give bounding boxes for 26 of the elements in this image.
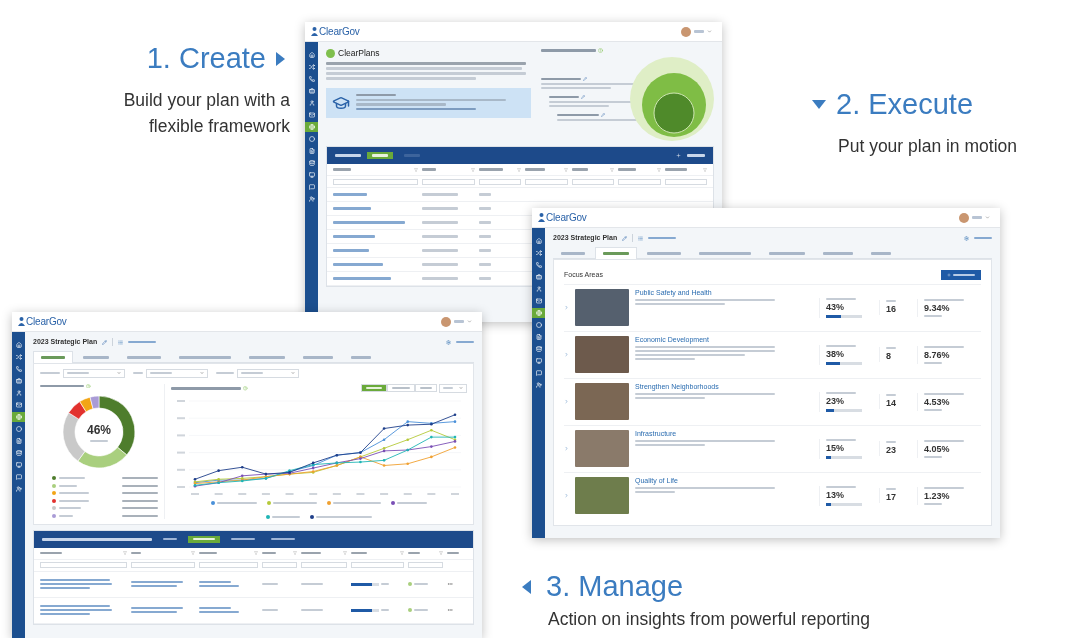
step-title: 3. Manage	[546, 570, 684, 603]
goals-count: 16	[886, 304, 897, 316]
goals-count: 8	[886, 351, 892, 363]
budget-value: 9.34%	[924, 302, 951, 314]
progress-value: 23%	[826, 396, 845, 408]
budget-value: 4.53%	[924, 396, 951, 408]
app-title: ClearPlans	[338, 48, 380, 59]
budget-value: 1.23%	[924, 490, 951, 502]
progress-value: 13%	[826, 490, 845, 502]
progress-value: 43%	[826, 302, 845, 314]
goals-count: 23	[886, 445, 897, 457]
step-caption: Build your plan with a flexible framework	[122, 89, 290, 139]
step-caption: Put your plan in motion	[837, 135, 1017, 158]
brand-name: ClearGov	[319, 26, 360, 37]
step-caption: Action on insights from powerful reporting	[547, 609, 870, 630]
goals-count: 14	[886, 398, 897, 410]
progress-value: 38%	[826, 349, 845, 361]
step-title: 2. Execute	[836, 88, 974, 121]
goals-count: 17	[886, 492, 897, 504]
budget-value: 8.76%	[924, 349, 951, 361]
percent-complete: 46%	[87, 423, 111, 438]
brand-name: ClearGov	[546, 212, 587, 223]
progress-value: 15%	[826, 443, 845, 455]
brand-name: ClearGov	[26, 316, 67, 327]
step-title: 1. Create	[146, 42, 266, 75]
budget-value: 4.05%	[924, 443, 951, 455]
